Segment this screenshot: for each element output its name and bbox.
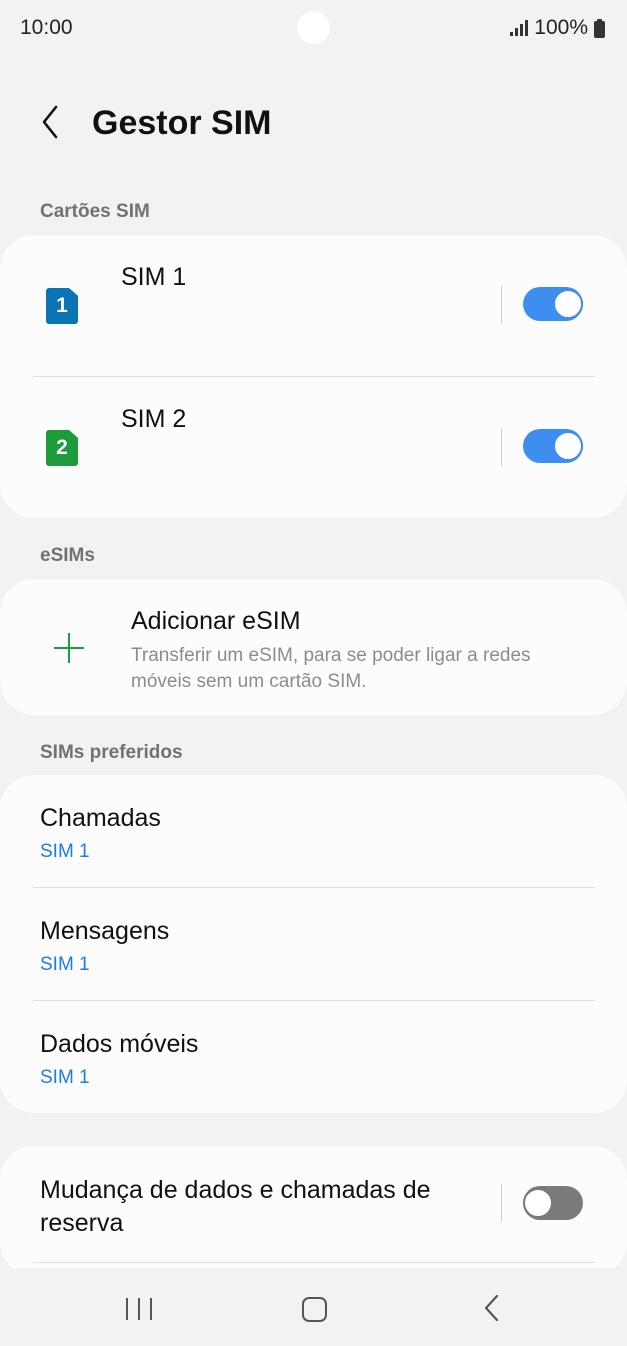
preferred-messages-row[interactable]: Mensagens SIM 1: [0, 888, 627, 1000]
preferred-sims-card: Chamadas SIM 1 Mensagens SIM 1 Dados móv…: [0, 775, 627, 1113]
preferred-calls-title: Chamadas: [40, 804, 161, 832]
preferred-mobile-data-value: SIM 1: [40, 1067, 90, 1088]
sim-1-icon: 1: [46, 288, 78, 324]
status-bar: 10:00 100%: [0, 0, 627, 56]
plus-icon: [52, 631, 86, 665]
back-arrow-icon: [42, 105, 58, 139]
sim-2-toggle[interactable]: [523, 429, 583, 463]
divider: [33, 1262, 595, 1263]
section-header-preferred: SIMs preferidos: [40, 742, 183, 763]
battery-percent: 100%: [534, 16, 588, 39]
vertical-separator: [501, 428, 502, 466]
backup-switching-label: Mudança de dados e chamadas de reserva: [40, 1176, 431, 1237]
back-button[interactable]: [30, 102, 70, 142]
camera-cutout: [297, 11, 330, 44]
preferred-mobile-data-row[interactable]: Dados móveis SIM 1: [0, 1001, 627, 1113]
page-title: Gestor SIM: [92, 104, 272, 142]
add-esim-description: Transferir um eSIM, para se poder ligar …: [131, 645, 531, 692]
sim-2-label: SIM 2: [121, 405, 187, 433]
sim-row-1[interactable]: 1 SIM 1: [0, 235, 627, 376]
battery-icon: [594, 18, 605, 38]
sim-2-icon: 2: [46, 430, 78, 466]
app-header: Gestor SIM: [0, 90, 627, 160]
section-header-sim-cards: Cartões SIM: [40, 201, 150, 222]
nav-back-icon[interactable]: [478, 1294, 506, 1322]
signal-icon: [510, 20, 529, 36]
sim-cards-card: 1 SIM 1 2 SIM 2: [0, 235, 627, 518]
navigation-bar: [0, 1268, 627, 1346]
preferred-messages-value: SIM 1: [40, 954, 90, 975]
add-esim-card[interactable]: Adicionar eSIM Transferir um eSIM, para …: [0, 579, 627, 715]
status-indicators: 100%: [510, 16, 605, 40]
home-icon[interactable]: [302, 1297, 327, 1322]
sim-1-label: SIM 1: [121, 263, 187, 291]
sim-1-toggle[interactable]: [523, 287, 583, 321]
preferred-mobile-data-title: Dados móveis: [40, 1030, 199, 1058]
backup-switching-toggle[interactable]: [523, 1186, 583, 1220]
sim-row-2[interactable]: 2 SIM 2: [0, 377, 627, 518]
vertical-separator: [501, 286, 502, 324]
section-header-esims: eSIMs: [40, 545, 95, 566]
vertical-separator: [501, 1184, 502, 1222]
backup-switching-card[interactable]: Mudança de dados e chamadas de reserva: [0, 1146, 627, 1276]
add-esim-title: Adicionar eSIM: [131, 607, 301, 635]
preferred-messages-title: Mensagens: [40, 917, 170, 945]
preferred-calls-row[interactable]: Chamadas SIM 1: [0, 775, 627, 887]
status-time: 10:00: [20, 16, 73, 39]
recent-apps-icon[interactable]: [126, 1298, 152, 1320]
preferred-calls-value: SIM 1: [40, 841, 90, 862]
